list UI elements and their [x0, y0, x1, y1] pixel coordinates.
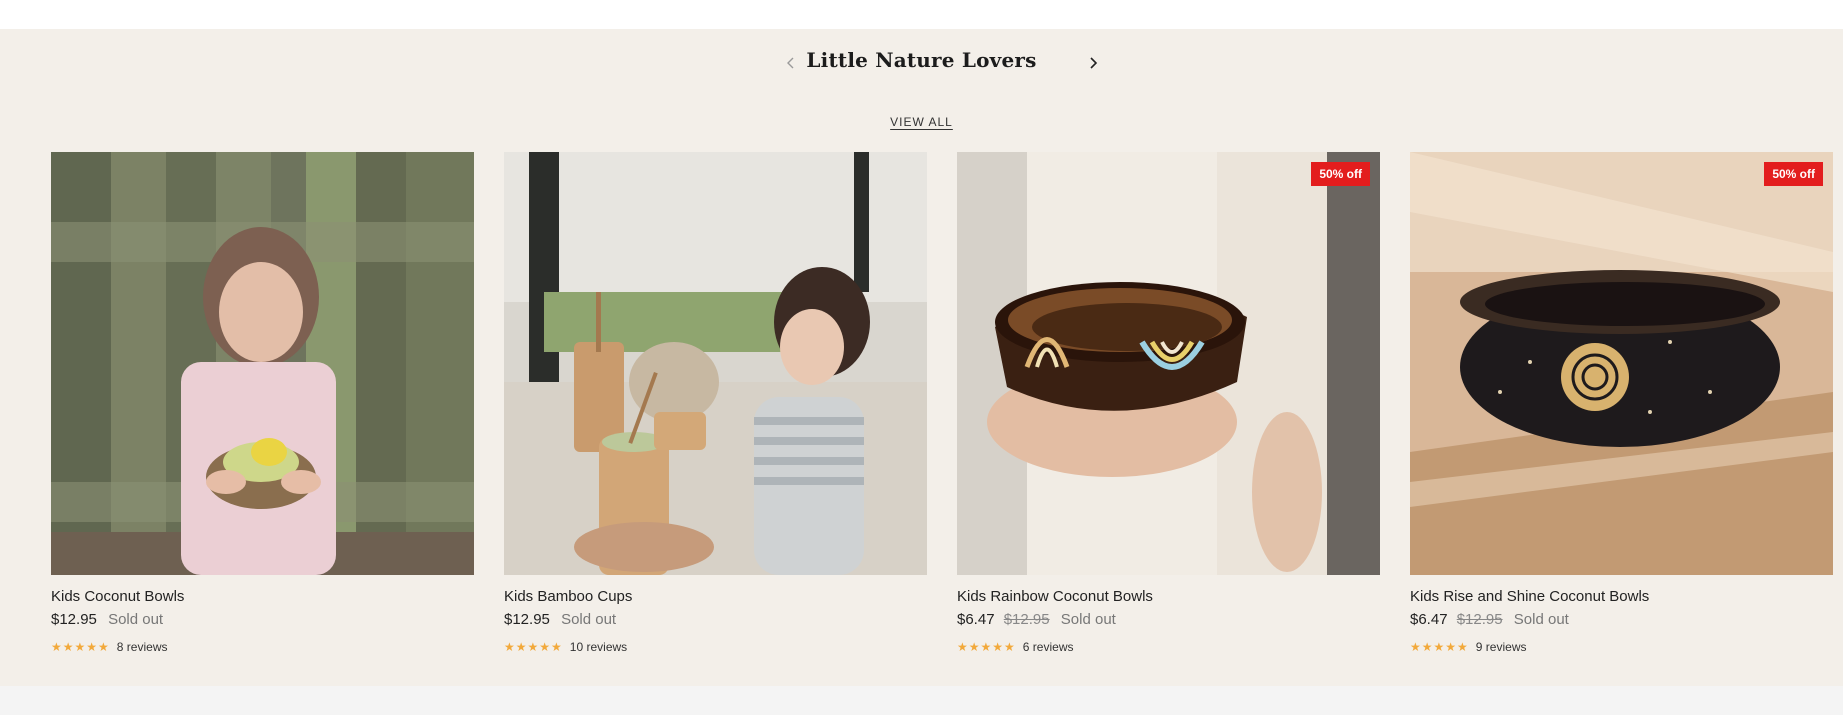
reviews-row[interactable]: ★★★★★ 6 reviews [957, 640, 1380, 654]
discount-badge: 50% off [1311, 162, 1370, 186]
product-image[interactable] [51, 152, 474, 575]
product-price: $12.95 [51, 611, 97, 628]
product-price: $6.47 [1410, 611, 1448, 628]
product-title[interactable]: Kids Rainbow Coconut Bowls [957, 588, 1380, 605]
page-top-strip [0, 0, 1843, 29]
price-row: $6.47 $12.95 Sold out [957, 611, 1380, 628]
section-title: Little Nature Lovers [806, 48, 1037, 72]
product-card[interactable]: 50% off Kids Rainbow Coconut Bowls $6.47… [957, 152, 1380, 654]
sold-out-label: Sold out [108, 611, 164, 628]
price-row: $12.95 Sold out [51, 611, 474, 628]
sold-out-label: Sold out [561, 611, 617, 628]
sold-out-label: Sold out [1060, 611, 1116, 628]
product-price: $6.47 [957, 611, 995, 628]
product-image[interactable]: 50% off [1410, 152, 1833, 575]
product-title[interactable]: Kids Bamboo Cups [504, 588, 927, 605]
star-rating-icon: ★★★★★ [957, 640, 1016, 654]
discount-badge: 50% off [1764, 162, 1823, 186]
compare-at-price: $12.95 [1003, 611, 1050, 628]
price-row: $12.95 Sold out [504, 611, 927, 628]
reviews-row[interactable]: ★★★★★ 10 reviews [504, 640, 927, 654]
reviews-row[interactable]: ★★★★★ 9 reviews [1410, 640, 1833, 654]
price-row: $6.47 $12.95 Sold out [1410, 611, 1833, 628]
product-image[interactable] [504, 152, 927, 575]
star-rating-icon: ★★★★★ [1410, 640, 1469, 654]
chevron-right-icon [1090, 57, 1098, 69]
view-all-wrapper: VIEW ALL [0, 113, 1843, 131]
carousel-header: Little Nature Lovers [0, 46, 1843, 86]
star-rating-icon: ★★★★★ [51, 640, 110, 654]
review-count: 9 reviews [1475, 640, 1527, 654]
review-count: 8 reviews [116, 640, 168, 654]
product-card[interactable]: Kids Bamboo Cups $12.95 Sold out ★★★★★ 1… [504, 152, 927, 654]
star-rating-icon: ★★★★★ [504, 640, 563, 654]
review-count: 10 reviews [569, 640, 628, 654]
product-title[interactable]: Kids Rise and Shine Coconut Bowls [1410, 588, 1833, 605]
review-count: 6 reviews [1022, 640, 1074, 654]
sold-out-label: Sold out [1513, 611, 1569, 628]
view-all-link[interactable]: VIEW ALL [890, 115, 953, 129]
page-bottom-strip [0, 686, 1843, 715]
carousel-next-button[interactable] [1081, 48, 1105, 78]
product-image[interactable]: 50% off [957, 152, 1380, 575]
product-price: $12.95 [504, 611, 550, 628]
product-card[interactable]: 50% off Kids Rise and Shine Coconut Bowl… [1410, 152, 1833, 654]
product-card[interactable]: Kids Coconut Bowls $12.95 Sold out ★★★★★… [51, 152, 474, 654]
reviews-row[interactable]: ★★★★★ 8 reviews [51, 640, 474, 654]
compare-at-price: $12.95 [1456, 611, 1503, 628]
product-title[interactable]: Kids Coconut Bowls [51, 588, 474, 605]
